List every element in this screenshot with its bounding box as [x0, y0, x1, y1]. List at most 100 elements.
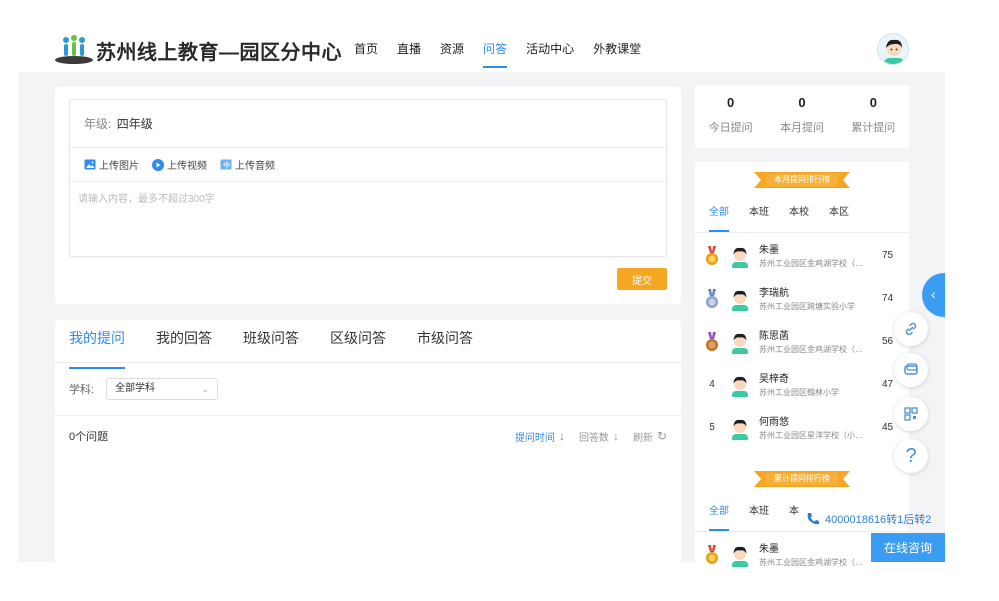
phone-icon: [807, 513, 819, 525]
qr-code-button[interactable]: [894, 397, 928, 431]
help-button[interactable]: ?: [894, 439, 928, 473]
nav-home[interactable]: 首页: [354, 20, 378, 72]
grade-value: 四年级: [116, 117, 153, 131]
question-score: 74: [882, 293, 894, 304]
monthly-rank-list: 朱墨 苏州工业园区金鸡湖学校（… 75 李瑞航 苏州工业园区跨塘实验小学 74: [695, 236, 909, 451]
stat-month: 0 本月提问: [766, 85, 837, 148]
rank-row[interactable]: 李瑞航 苏州工业园区跨塘实验小学 74: [695, 279, 909, 322]
rank-tab-all[interactable]: 全部: [709, 196, 729, 232]
total-rank-ribbon: 累计提问排行榜: [754, 471, 850, 487]
student-avatar-icon: [732, 247, 748, 268]
submit-button[interactable]: 提交: [617, 268, 667, 290]
questions-card: 我的提问 我的回答 班级问答 区级问答 市级问答 学科: 全部学科 ⌄ 0个问题…: [55, 320, 681, 562]
rank-row[interactable]: 朱墨 苏州工业园区金鸡湖学校（… 75: [695, 236, 909, 279]
upload-image-button[interactable]: 上传图片: [84, 157, 139, 172]
rank-row[interactable]: 5 何雨悠 苏州工业园区星洋学校（小… 45: [695, 408, 909, 451]
sort-by-answers[interactable]: 回答数 ↓: [579, 429, 619, 444]
user-avatar[interactable]: [877, 33, 909, 65]
subject-select[interactable]: 全部学科 ⌄: [106, 378, 219, 400]
student-school: 苏州工业园区金鸡湖学校（…: [759, 345, 863, 354]
hotline: 4000018616转1后转2: [805, 511, 931, 527]
arrow-down-icon: ↓: [558, 429, 565, 443]
student-name: 何雨悠: [759, 417, 789, 428]
sort-by-time-label: 提问时间: [514, 432, 555, 444]
question-mark-icon: ?: [905, 445, 917, 467]
nav-live[interactable]: 直播: [397, 20, 421, 72]
question-score: 45: [882, 422, 894, 433]
nav-foreign-class[interactable]: 外教课堂: [593, 20, 641, 72]
sort-by-time[interactable]: 提问时间 ↓: [515, 429, 565, 444]
monthly-rank-ribbon: 本月提问排行榜: [754, 172, 850, 188]
stat-value: 0: [798, 95, 806, 110]
chevron-down-icon: ⌄: [201, 384, 210, 394]
question-score: 75: [882, 250, 894, 261]
main-nav: 首页 直播 资源 问答 活动中心 外教课堂: [354, 20, 660, 72]
refresh-button[interactable]: 刷新 ↻: [633, 429, 667, 444]
share-link-button[interactable]: [894, 312, 928, 346]
question-stats: 0 今日提问 0 本月提问 0 累计提问: [695, 85, 909, 148]
stat-label: 今日提问: [708, 122, 753, 134]
question-tabs: 我的提问 我的回答 班级问答 区级问答 市级问答: [55, 320, 681, 369]
stat-value: 0: [869, 95, 877, 110]
bronze-medal-icon: [706, 332, 718, 351]
site-title: 苏州线上教育—园区分中心: [96, 42, 342, 64]
monthly-rank-title: 本月提问排行榜: [774, 175, 830, 184]
nav-activity-center[interactable]: 活动中心: [526, 20, 574, 72]
nav-qa[interactable]: 问答: [483, 20, 508, 72]
gold-medal-icon: [706, 545, 718, 564]
tab-my-questions[interactable]: 我的提问: [69, 320, 125, 369]
tab-class-qa[interactable]: 班级问答: [243, 320, 299, 362]
question-input[interactable]: [70, 182, 666, 256]
audio-icon: [220, 159, 232, 170]
rank-tab-class[interactable]: 本班: [749, 196, 769, 232]
online-consult-button[interactable]: 在线咨询: [871, 533, 945, 562]
total-rank-title: 累计提问排行榜: [774, 474, 830, 483]
subject-select-value: 全部学科: [115, 383, 156, 394]
rank-tab-all[interactable]: 全部: [709, 495, 729, 531]
monthly-rank-tabs: 全部 本班 本校 本区: [695, 196, 909, 233]
ask-question-card: 年级: 四年级 上传图片 上传视频 上传音频 请输入内容，最多不超过300字 提…: [55, 87, 681, 304]
upload-audio-label: 上传音频: [235, 161, 275, 172]
student-school: 苏州工业园区金鸡湖学校（…: [759, 558, 863, 567]
message-button[interactable]: [894, 353, 928, 387]
user-avatar-icon: [884, 39, 904, 64]
student-school: 苏州工业园区星洋学校（小…: [759, 431, 863, 440]
rank-tab-school[interactable]: 本: [789, 495, 799, 531]
rank-row[interactable]: 4 吴梓奇 苏州工业园区翰林小学 47: [695, 365, 909, 408]
upload-image-label: 上传图片: [99, 161, 139, 172]
upload-audio-button[interactable]: 上传音频: [220, 157, 275, 172]
ask-box: 年级: 四年级 上传图片 上传视频 上传音频 请输入内容，最多不超过300字: [69, 99, 667, 257]
student-name: 朱墨: [759, 544, 779, 555]
student-avatar-icon: [732, 333, 748, 354]
student-avatar-icon: [732, 290, 748, 311]
tab-city-qa[interactable]: 市级问答: [417, 320, 473, 362]
upload-video-label: 上传视频: [167, 161, 207, 172]
stat-value: 0: [727, 95, 735, 110]
chevron-left-icon: ‹: [931, 286, 936, 302]
subject-filter-row: 学科: 全部学科 ⌄: [55, 363, 681, 416]
refresh-label: 刷新: [632, 432, 653, 444]
student-avatar-icon: [732, 376, 748, 397]
sort-by-answers-label: 回答数: [578, 432, 609, 444]
tab-my-answers[interactable]: 我的回答: [156, 320, 212, 362]
student-name: 朱墨: [759, 245, 779, 256]
student-school: 苏州工业园区跨塘实验小学: [759, 302, 855, 311]
qr-code-icon: [904, 407, 918, 421]
play-icon: [152, 158, 164, 171]
content-area: 年级: 四年级 上传图片 上传视频 上传音频 请输入内容，最多不超过300字 提…: [18, 72, 945, 567]
student-avatar-icon: [732, 546, 748, 567]
tab-district-qa[interactable]: 区级问答: [330, 320, 386, 362]
hotline-number: 4000018616转1后转2: [825, 514, 932, 526]
student-name: 李瑞航: [759, 288, 789, 299]
rank-tab-school[interactable]: 本校: [789, 196, 809, 232]
rank-tab-class[interactable]: 本班: [749, 495, 769, 531]
rank-tab-district[interactable]: 本区: [829, 196, 849, 232]
student-avatar-icon: [732, 419, 748, 440]
stat-today: 0 今日提问: [695, 85, 766, 148]
rank-row[interactable]: 陈思菡 苏州工业园区金鸡湖学校（… 56: [695, 322, 909, 365]
site-logo[interactable]: [54, 32, 94, 66]
upload-video-button[interactable]: 上传视频: [152, 157, 207, 172]
nav-resources[interactable]: 资源: [440, 20, 464, 72]
gold-medal-icon: [706, 246, 718, 265]
student-name: 陈思菡: [759, 331, 789, 342]
